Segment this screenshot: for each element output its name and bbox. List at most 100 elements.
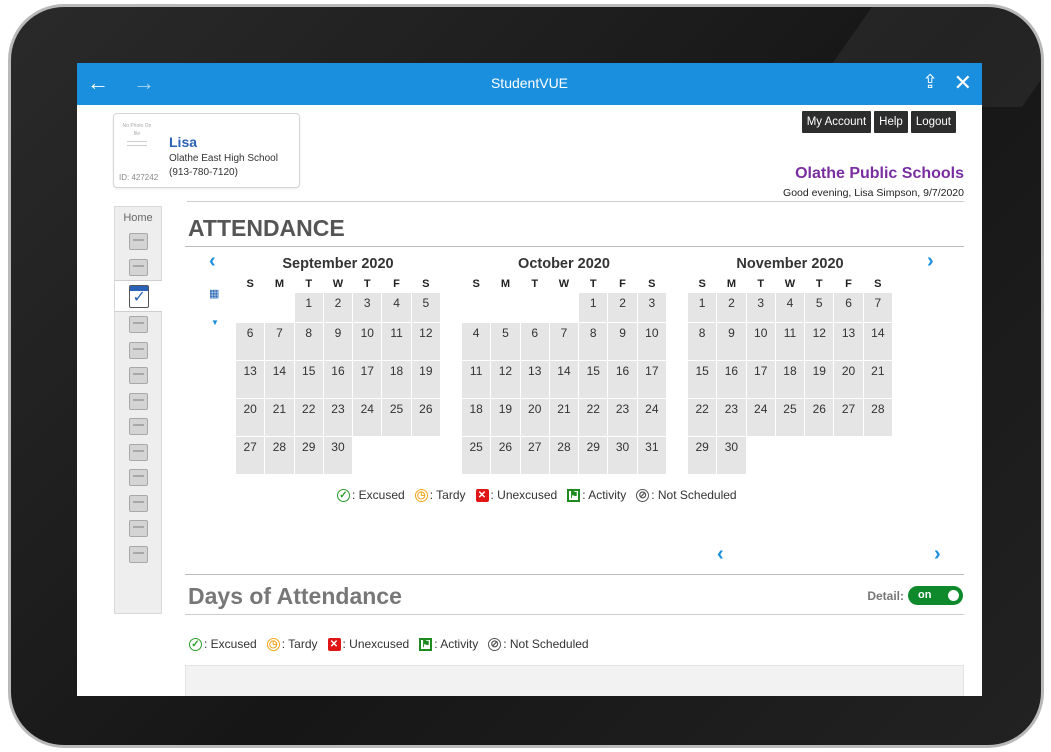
nav-item-mail[interactable]: [115, 229, 161, 255]
nav-item-test-history[interactable]: [115, 389, 161, 415]
prev-days-icon[interactable]: ‹: [717, 543, 724, 566]
calendar-day[interactable]: 17: [745, 359, 776, 399]
nav-home[interactable]: Home: [115, 207, 161, 229]
calendar-day[interactable]: 25: [460, 435, 492, 475]
calendar-day[interactable]: 11: [774, 321, 806, 361]
calendar-day[interactable]: 4: [460, 321, 492, 361]
calendar-day[interactable]: 4: [774, 291, 806, 323]
calendar-day[interactable]: 12: [410, 321, 442, 361]
calendar-day[interactable]: 21: [862, 359, 894, 399]
calendar-day[interactable]: 2: [716, 291, 747, 323]
calendar-day[interactable]: 14: [862, 321, 894, 361]
calendar-day[interactable]: 9: [607, 321, 638, 361]
calendar-day[interactable]: 13: [234, 359, 266, 399]
nav-item-student-info[interactable]: [115, 465, 161, 491]
calendar-day[interactable]: 18: [774, 359, 806, 399]
next-days-icon[interactable]: ›: [934, 543, 941, 566]
calendar-day[interactable]: 6: [833, 291, 864, 323]
calendar-day[interactable]: 14: [264, 359, 295, 399]
calendar-day[interactable]: 5: [804, 291, 835, 323]
calendar-day[interactable]: 30: [716, 435, 747, 475]
nav-item-lock[interactable]: [115, 516, 161, 542]
my-account-button[interactable]: My Account: [801, 111, 872, 133]
calendar-day[interactable]: 25: [774, 397, 806, 437]
calendar-day[interactable]: 15: [686, 359, 718, 399]
calendar-day[interactable]: 1: [293, 291, 324, 323]
calendar-day[interactable]: 15: [293, 359, 324, 399]
calendar-day[interactable]: 20: [833, 359, 864, 399]
calendar-day[interactable]: 12: [804, 321, 835, 361]
calendar-day[interactable]: 3: [352, 291, 383, 323]
calendar-day[interactable]: 1: [686, 291, 718, 323]
calendar-day[interactable]: 15: [578, 359, 609, 399]
calendar-day[interactable]: 29: [686, 435, 718, 475]
nav-item-report-card[interactable]: [115, 338, 161, 364]
calendar-day[interactable]: 26: [490, 435, 521, 475]
calendar-day[interactable]: 7: [862, 291, 894, 323]
nav-item-health[interactable]: [115, 542, 161, 568]
nav-item-school-info[interactable]: [115, 440, 161, 466]
calendar-day[interactable]: 24: [636, 397, 668, 437]
calendar-day[interactable]: 26: [410, 397, 442, 437]
calendar-day[interactable]: 10: [636, 321, 668, 361]
calendar-day[interactable]: 16: [607, 359, 638, 399]
calendar-day[interactable]: 16: [322, 359, 354, 399]
calendar-day[interactable]: 9: [716, 321, 747, 361]
student-card[interactable]: No Photo On file ID: 427242 Lisa Olathe …: [113, 113, 300, 188]
calendar-day[interactable]: 27: [519, 435, 550, 475]
calendar-day[interactable]: 13: [519, 359, 550, 399]
calendar-day[interactable]: 12: [490, 359, 521, 399]
help-button[interactable]: Help: [874, 111, 908, 133]
nav-item-course-history[interactable]: [115, 363, 161, 389]
calendar-day[interactable]: 3: [636, 291, 668, 323]
calendar-day[interactable]: 31: [636, 435, 668, 475]
calendar-day[interactable]: 1: [578, 291, 609, 323]
calendar-day[interactable]: 7: [548, 321, 580, 361]
calendar-day[interactable]: 22: [686, 397, 718, 437]
calendar-day[interactable]: 19: [490, 397, 521, 437]
calendar-day[interactable]: 22: [293, 397, 324, 437]
calendar-day[interactable]: 18: [460, 397, 492, 437]
calendar-day[interactable]: 14: [548, 359, 580, 399]
calendar-day[interactable]: 8: [686, 321, 718, 361]
calendar-day[interactable]: 28: [862, 397, 894, 437]
calendar-day[interactable]: 3: [745, 291, 776, 323]
calendar-day[interactable]: 10: [352, 321, 383, 361]
nav-item-attendance[interactable]: [115, 280, 162, 312]
calendar-day[interactable]: 6: [519, 321, 550, 361]
calendar-day[interactable]: 30: [322, 435, 354, 475]
next-month-icon[interactable]: ›: [927, 250, 934, 273]
calendar-day[interactable]: 18: [381, 359, 412, 399]
calendar-day[interactable]: 26: [804, 397, 835, 437]
calendar-day[interactable]: 21: [548, 397, 580, 437]
calendar-day[interactable]: 20: [234, 397, 266, 437]
calendar-day[interactable]: 28: [548, 435, 580, 475]
calendar-day[interactable]: 11: [381, 321, 412, 361]
calendar-day[interactable]: 16: [716, 359, 747, 399]
calendar-day[interactable]: 23: [716, 397, 747, 437]
calendar-day[interactable]: 19: [410, 359, 442, 399]
close-icon[interactable]: ✕: [954, 69, 972, 97]
calendar-day[interactable]: 4: [381, 291, 412, 323]
calendar-day[interactable]: 8: [293, 321, 324, 361]
calendar-day[interactable]: 17: [636, 359, 668, 399]
calendar-day[interactable]: 27: [833, 397, 864, 437]
calendar-day[interactable]: 17: [352, 359, 383, 399]
nav-item-grades[interactable]: [115, 414, 161, 440]
calendar-day[interactable]: 23: [322, 397, 354, 437]
calendar-day[interactable]: 19: [804, 359, 835, 399]
share-icon[interactable]: ⇪: [922, 69, 938, 97]
calendar-day[interactable]: 24: [745, 397, 776, 437]
calendar-day[interactable]: 10: [745, 321, 776, 361]
calendar-day[interactable]: 21: [264, 397, 295, 437]
calendar-icon[interactable]: ▦: [209, 287, 221, 300]
detail-toggle[interactable]: on: [908, 586, 963, 605]
calendar-day[interactable]: 11: [460, 359, 492, 399]
calendar-day[interactable]: 5: [410, 291, 442, 323]
logout-button[interactable]: Logout: [910, 111, 956, 133]
calendar-day[interactable]: 25: [381, 397, 412, 437]
calendar-day[interactable]: 30: [607, 435, 638, 475]
nav-item-class-schedule[interactable]: [115, 312, 161, 338]
chevron-down-icon[interactable]: ▼: [211, 318, 219, 327]
prev-month-icon[interactable]: ‹: [209, 250, 216, 273]
